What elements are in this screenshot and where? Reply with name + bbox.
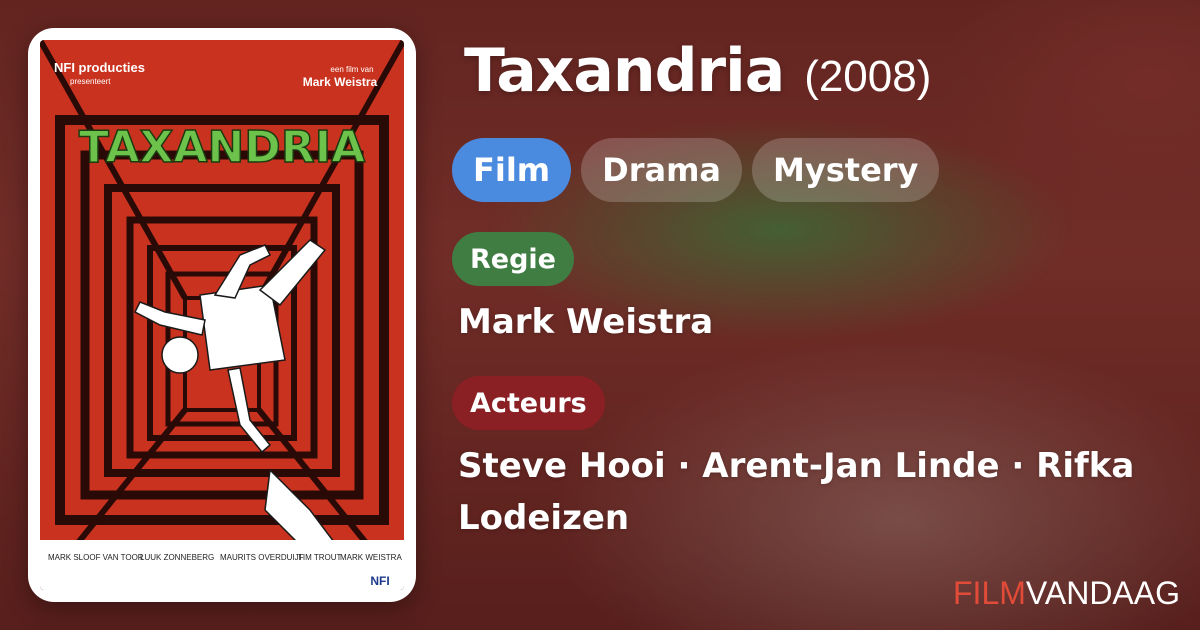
- cast-line-1: Steve Hooi · Arent-Jan Linde · Rifka: [458, 446, 1135, 486]
- svg-text:TIM TROUT: TIM TROUT: [298, 553, 342, 562]
- genre-tags: Film Drama Mystery: [452, 138, 1160, 202]
- svg-text:MARK WEISTRA: MARK WEISTRA: [340, 553, 402, 562]
- svg-text:NFI: NFI: [370, 574, 389, 588]
- svg-text:LUUK ZONNEBERG: LUUK ZONNEBERG: [140, 553, 214, 562]
- genre-tag-mystery[interactable]: Mystery: [752, 138, 940, 202]
- movie-title: Taxandria: [464, 36, 785, 106]
- director-name[interactable]: Mark Weistra: [452, 296, 1160, 348]
- svg-text:Mark Weistra: Mark Weistra: [303, 75, 378, 89]
- director-badge: Regie: [452, 232, 574, 286]
- movie-info: Taxandria (2008) Film Drama Mystery Regi…: [452, 36, 1160, 544]
- genre-tag-film[interactable]: Film: [452, 138, 572, 202]
- cast-line-2: Lodeizen: [458, 498, 630, 538]
- svg-text:MARK SLOOF VAN TOOR: MARK SLOOF VAN TOOR: [48, 553, 144, 562]
- brand-logo-part2: VANDAAG: [1025, 575, 1180, 611]
- brand-logo[interactable]: FILM VANDAAG: [953, 575, 1180, 612]
- svg-text:NFI producties: NFI producties: [54, 60, 145, 75]
- brand-logo-part1: FILM: [953, 575, 1026, 611]
- svg-text:MAURITS OVERDUIJF: MAURITS OVERDUIJF: [220, 553, 304, 562]
- cast-badge: Acteurs: [452, 376, 605, 430]
- title-row: Taxandria (2008): [464, 36, 1160, 106]
- poster-card[interactable]: TAXANDRIA NFI producties presenteert een…: [28, 28, 416, 602]
- movie-poster: TAXANDRIA NFI producties presenteert een…: [40, 40, 404, 590]
- svg-text:een film van: een film van: [330, 65, 373, 74]
- movie-year: (2008): [804, 52, 932, 101]
- svg-text:presenteert: presenteert: [70, 77, 111, 86]
- poster-artwork: TAXANDRIA NFI producties presenteert een…: [40, 40, 404, 590]
- poster-title: TAXANDRIA: [79, 122, 365, 173]
- genre-tag-drama[interactable]: Drama: [581, 138, 743, 202]
- cast-list[interactable]: Steve Hooi · Arent-Jan Linde · Rifka Lod…: [452, 440, 1160, 544]
